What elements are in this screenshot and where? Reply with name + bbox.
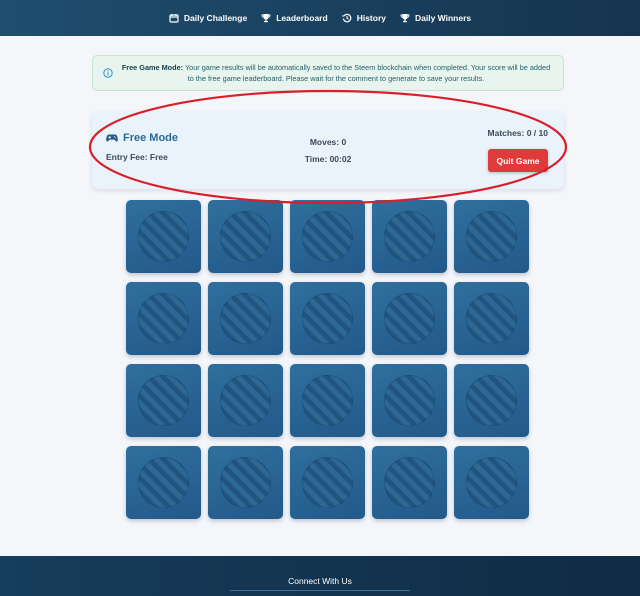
memory-card[interactable] xyxy=(208,446,283,519)
card-back-pattern xyxy=(220,375,271,426)
memory-card[interactable] xyxy=(372,364,447,437)
memory-card[interactable] xyxy=(290,364,365,437)
info-message: Free Game Mode: Your game results will b… xyxy=(121,62,551,84)
card-back-pattern xyxy=(384,375,435,426)
calendar-icon xyxy=(169,14,179,23)
card-back-pattern xyxy=(138,375,189,426)
card-back-pattern xyxy=(384,293,435,344)
card-back-pattern xyxy=(466,293,517,344)
card-back-pattern xyxy=(138,457,189,508)
info-icon xyxy=(103,68,113,78)
matches-counter: Matches: 0 / 10 xyxy=(487,128,548,138)
memory-card[interactable] xyxy=(290,446,365,519)
memory-card[interactable] xyxy=(126,446,201,519)
card-grid xyxy=(126,200,530,520)
memory-card[interactable] xyxy=(290,200,365,273)
card-back-pattern xyxy=(302,457,353,508)
card-back-pattern xyxy=(138,211,189,262)
memory-card[interactable] xyxy=(372,446,447,519)
info-body: Your game results will be automatically … xyxy=(183,63,551,83)
card-back-pattern xyxy=(220,211,271,262)
memory-card[interactable] xyxy=(454,200,529,273)
info-banner: Free Game Mode: Your game results will b… xyxy=(92,55,564,91)
memory-card[interactable] xyxy=(126,364,201,437)
footer: Connect With Us xyxy=(0,556,640,596)
footer-divider xyxy=(230,590,410,591)
card-back-pattern xyxy=(466,211,517,262)
nav-leaderboard[interactable]: Leaderboard xyxy=(261,13,328,23)
card-back-pattern xyxy=(466,375,517,426)
nav-daily-winners[interactable]: Daily Winners xyxy=(400,13,471,23)
card-back-pattern xyxy=(220,293,271,344)
trophy-icon xyxy=(400,14,410,23)
memory-card[interactable] xyxy=(290,282,365,355)
memory-card[interactable] xyxy=(372,282,447,355)
memory-card[interactable] xyxy=(454,282,529,355)
game-status-panel: Free Mode Entry Fee: Free Moves: 0 Time:… xyxy=(92,111,564,189)
card-back-pattern xyxy=(384,457,435,508)
card-back-pattern xyxy=(220,457,271,508)
quit-game-button[interactable]: Quit Game xyxy=(488,149,548,172)
history-icon xyxy=(342,13,352,23)
nav-daily-challenge[interactable]: Daily Challenge xyxy=(169,13,247,23)
info-title: Free Game Mode: xyxy=(121,63,184,72)
card-back-pattern xyxy=(138,293,189,344)
card-back-pattern xyxy=(466,457,517,508)
memory-card[interactable] xyxy=(208,200,283,273)
nav-history[interactable]: History xyxy=(342,13,386,23)
trophy-icon xyxy=(261,14,271,23)
card-back-pattern xyxy=(302,211,353,262)
card-back-pattern xyxy=(302,375,353,426)
card-back-pattern xyxy=(302,293,353,344)
memory-card[interactable] xyxy=(454,364,529,437)
nav-leaderboard-label: Leaderboard xyxy=(276,13,328,23)
nav-daily-winners-label: Daily Winners xyxy=(414,13,472,23)
memory-card[interactable] xyxy=(126,282,201,355)
memory-card[interactable] xyxy=(208,364,283,437)
moves-counter: Moves: 0 xyxy=(309,137,347,147)
memory-card[interactable] xyxy=(208,282,283,355)
nav-history-label: History xyxy=(356,13,386,23)
footer-title: Connect With Us xyxy=(288,576,352,586)
nav-daily-challenge-label: Daily Challenge xyxy=(183,13,248,23)
top-navigation: Daily Challenge Leaderboard History Dail… xyxy=(0,0,640,36)
card-back-pattern xyxy=(384,211,435,262)
memory-card[interactable] xyxy=(454,446,529,519)
memory-card[interactable] xyxy=(372,200,447,273)
memory-card[interactable] xyxy=(126,200,201,273)
